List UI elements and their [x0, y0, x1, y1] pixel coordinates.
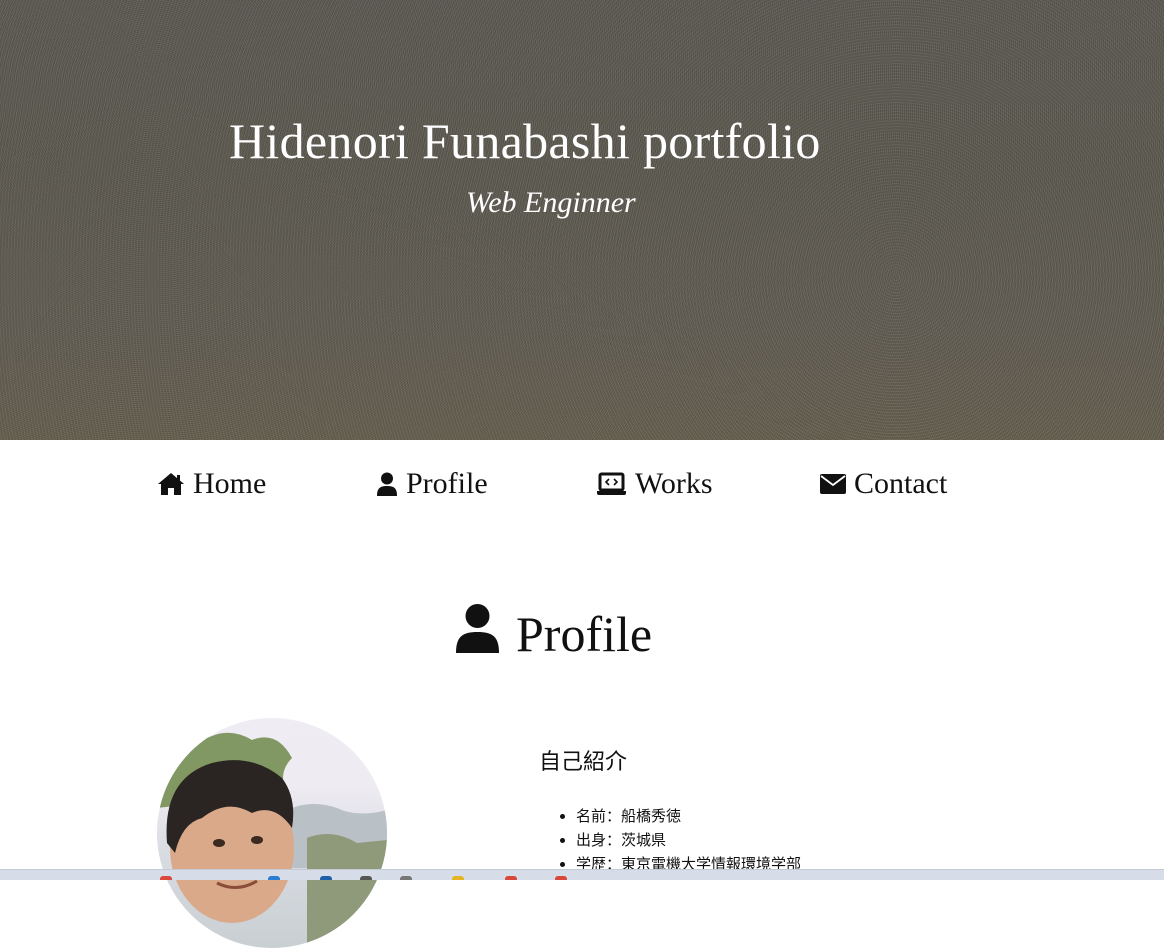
home-icon [157, 472, 185, 496]
site-subtitle: Web Enginner [466, 186, 636, 219]
user-icon [455, 603, 500, 665]
list-item: 出身：茨城県 [576, 828, 801, 852]
hero-banner: Hidenori Funabashi portfolio Web Enginne… [0, 0, 1164, 440]
nav-item-label: Contact [854, 467, 948, 500]
taskbar [0, 869, 1164, 880]
taskbar-app-icon[interactable] [505, 876, 517, 880]
avatar [157, 718, 387, 948]
profile-details-list: 名前：船橋秀徳 出身：茨城県 学歴：東京電機大学情報環境学部 [556, 804, 801, 876]
user-icon [376, 472, 398, 496]
taskbar-app-icon[interactable] [555, 876, 567, 880]
nav-item-label: Home [193, 467, 267, 500]
nav-item-contact[interactable]: Contact [820, 464, 947, 504]
taskbar-app-icon[interactable] [268, 876, 280, 880]
nav-item-label: Works [635, 467, 713, 500]
laptop-code-icon [596, 472, 627, 496]
profile-photo [157, 732, 387, 948]
taskbar-app-icon[interactable] [452, 876, 464, 880]
section-title: Profile [455, 603, 652, 665]
taskbar-app-icon[interactable] [320, 876, 332, 880]
nav-item-works[interactable]: Works [596, 464, 713, 504]
taskbar-app-icon[interactable] [160, 876, 172, 880]
main-nav: Home Profile Works Contact [0, 440, 1164, 530]
nav-item-home[interactable]: Home [157, 464, 266, 504]
nav-item-profile[interactable]: Profile [376, 464, 488, 504]
intro-heading: 自己紹介 [539, 750, 628, 775]
taskbar-app-icon[interactable] [360, 876, 372, 880]
envelope-icon [820, 474, 846, 494]
taskbar-app-icon[interactable] [400, 876, 412, 880]
section-title-text: Profile [516, 606, 653, 662]
nav-item-label: Profile [406, 467, 488, 500]
site-title: Hidenori Funabashi portfolio [229, 113, 821, 169]
list-item: 名前：船橋秀徳 [576, 804, 801, 828]
